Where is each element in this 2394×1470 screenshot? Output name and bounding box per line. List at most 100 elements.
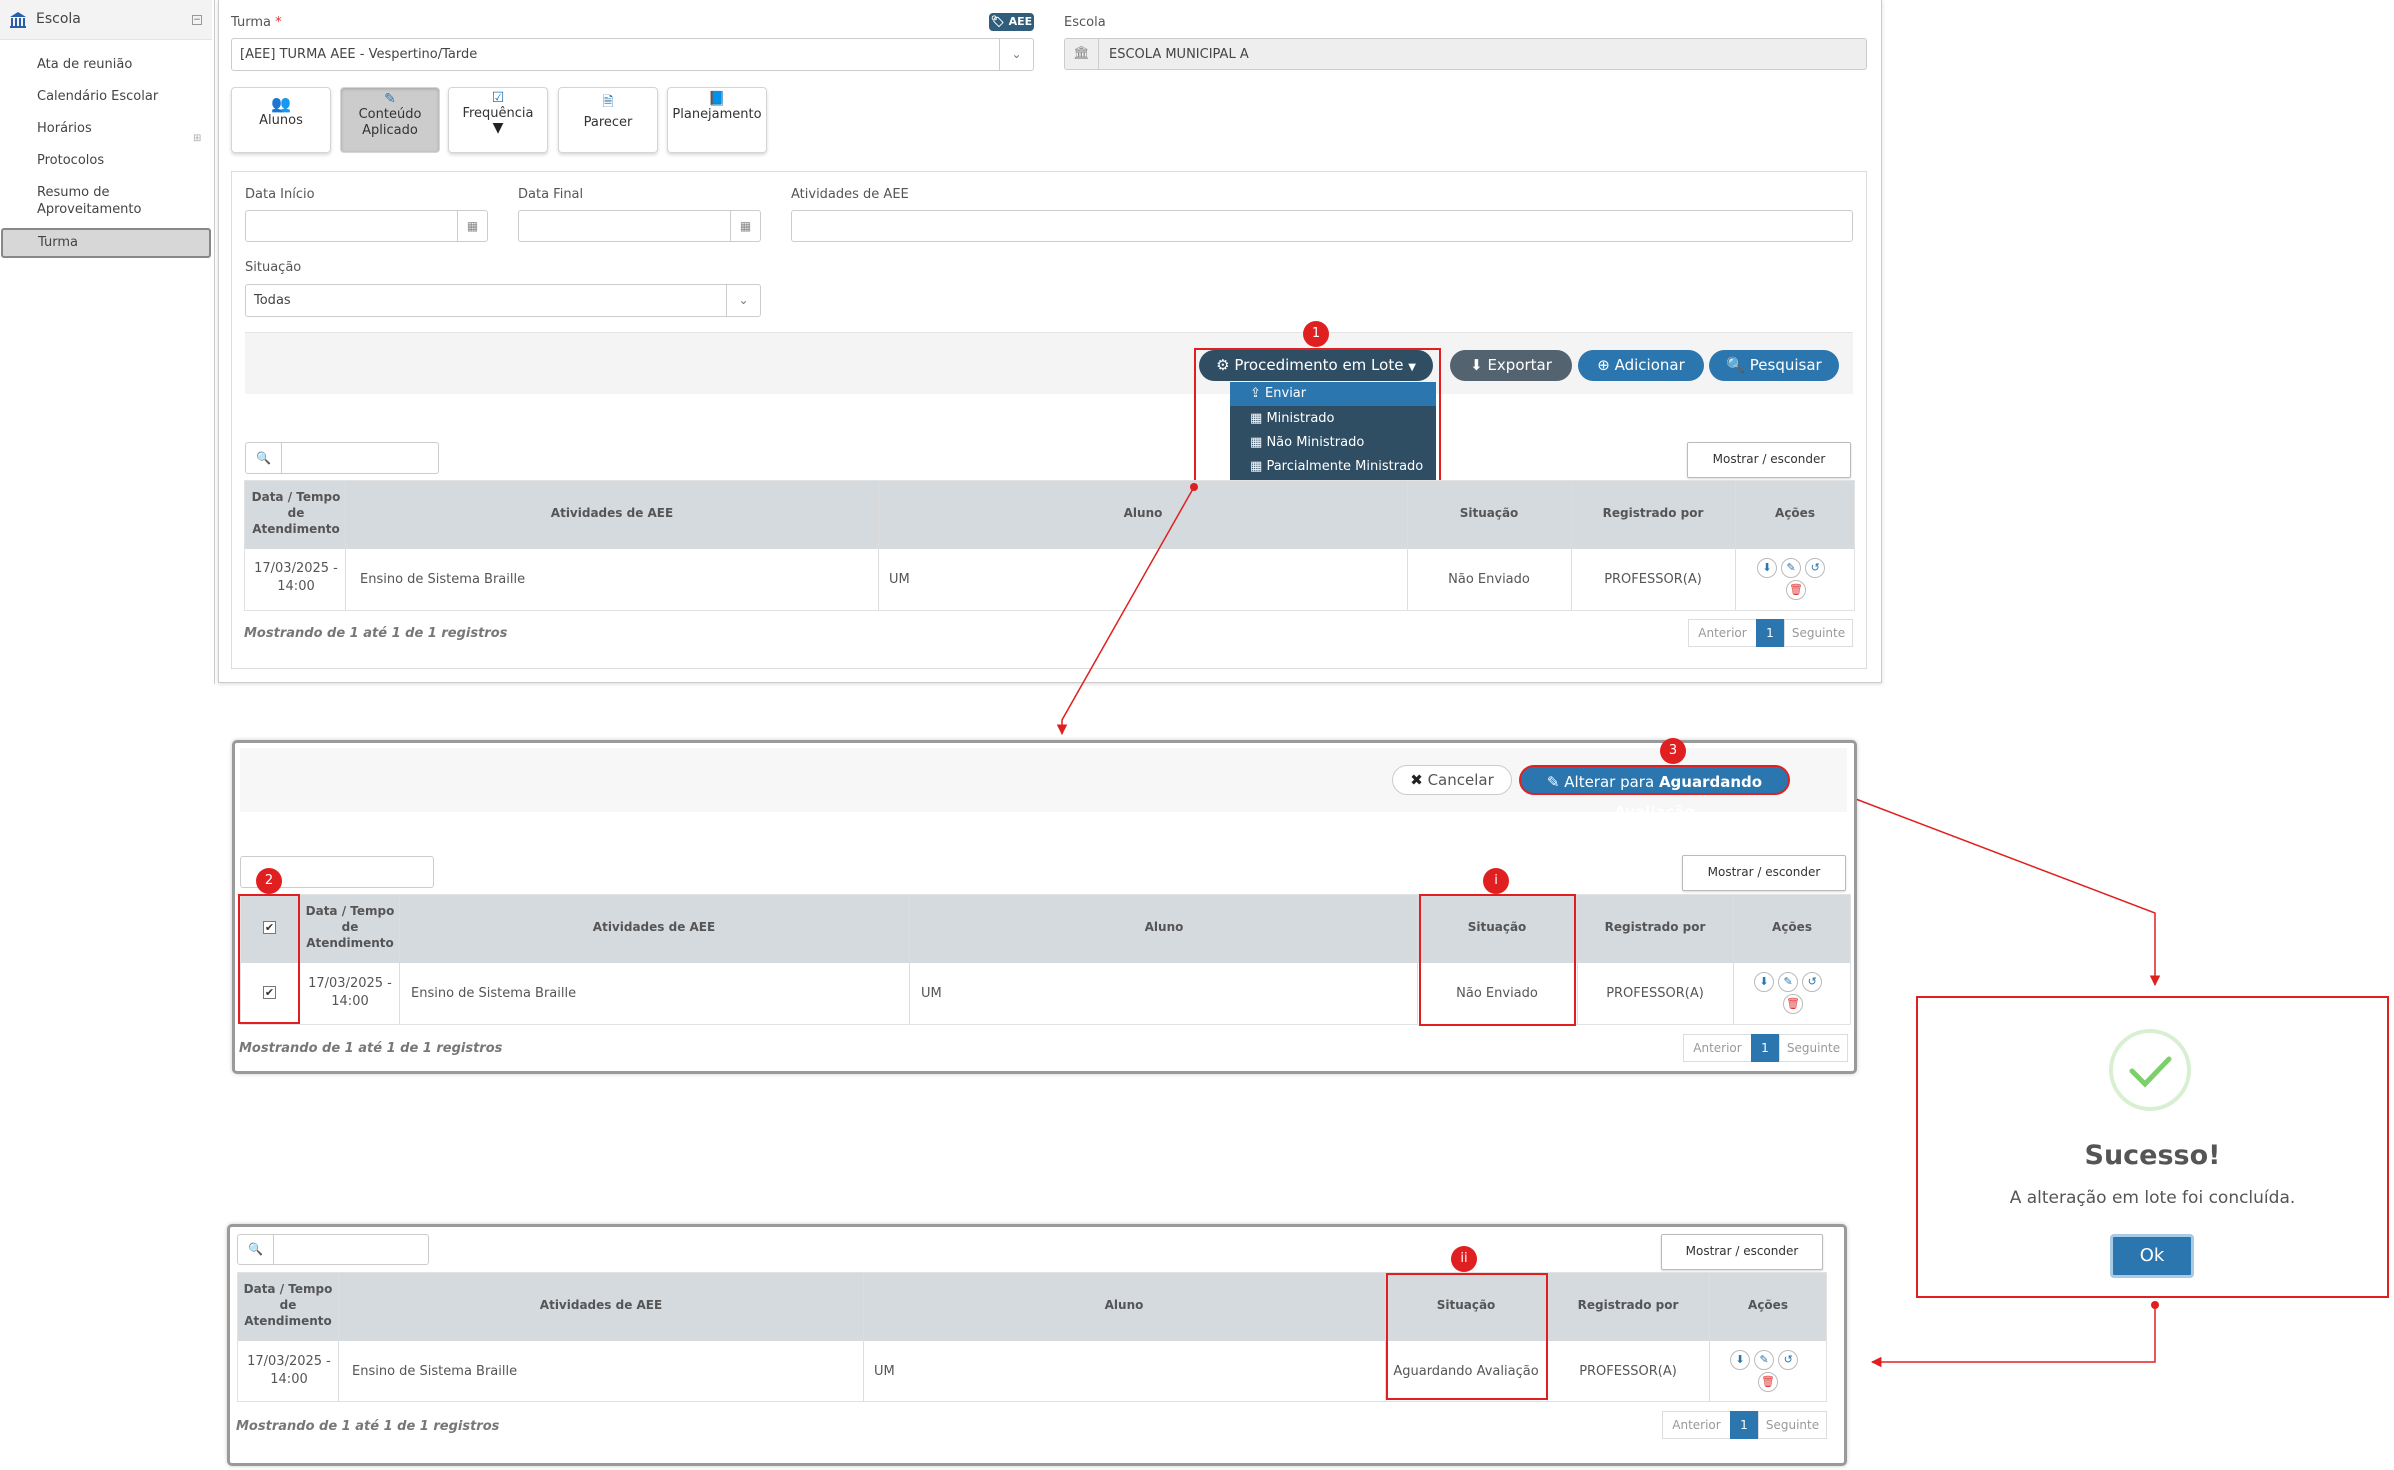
- cell-atividade: Ensino de Sistema Braille: [360, 572, 526, 587]
- show-columns-button[interactable]: Mostrar / esconder colunas: [1687, 442, 1851, 498]
- download-icon[interactable]: ⬇: [1754, 972, 1774, 992]
- show-columns-button[interactable]: Mostrar / esconder colunas: [1682, 855, 1846, 911]
- undo-icon[interactable]: ↺: [1778, 1350, 1799, 1370]
- sidebar-header[interactable]: Escola −: [0, 0, 212, 40]
- sidebar-item-turma[interactable]: Turma: [1, 228, 211, 258]
- book-icon: 📘: [708, 91, 726, 107]
- marker-ii: ii: [1451, 1246, 1477, 1272]
- cell-data: 17/03/2025 - 14:00: [254, 561, 338, 594]
- pagination-page-1[interactable]: 1: [1730, 1411, 1758, 1439]
- turma-value: [AEE] TURMA AEE - Vespertino/Tarde: [240, 47, 478, 62]
- show-columns-button[interactable]: Mostrar / esconder colunas: [1661, 1234, 1823, 1290]
- undo-icon[interactable]: ↺: [1802, 972, 1823, 992]
- tab-parecer[interactable]: 🗎 Parecer: [558, 87, 658, 153]
- th-registrado: Registrado por: [1572, 506, 1734, 520]
- pagination-prev[interactable]: Anterior: [1683, 1034, 1752, 1062]
- row-actions: ⬇ ✎ ↺: [1730, 1350, 1810, 1370]
- download-icon[interactable]: ⬇: [1730, 1350, 1750, 1370]
- row-actions: ⬇ ✎ ↺: [1757, 558, 1837, 578]
- sidebar-divider: [214, 0, 215, 684]
- th-registrado: Registrado por: [1578, 920, 1732, 934]
- pesquisar-button[interactable]: 🔍 Pesquisar: [1709, 350, 1839, 381]
- tab-planejamento[interactable]: 📘 Planejamento: [667, 87, 767, 153]
- chevron-down-icon[interactable]: ⌄: [726, 285, 760, 316]
- trash-icon[interactable]: 🗑: [1786, 580, 1806, 600]
- collapse-icon[interactable]: −: [192, 15, 202, 25]
- adicionar-button[interactable]: ⊕ Adicionar: [1578, 350, 1704, 381]
- situacao-select[interactable]: Todas ⌄: [245, 284, 761, 317]
- calendar-icon[interactable]: ▦: [457, 211, 487, 241]
- caret-down-icon[interactable]: ▼: [449, 121, 547, 135]
- step-marker-3: 3: [1660, 738, 1686, 764]
- edit-icon[interactable]: ✎: [1754, 1350, 1775, 1370]
- pagination-next[interactable]: Seguinte: [1758, 1411, 1827, 1439]
- pagination-next[interactable]: Seguinte: [1784, 619, 1853, 647]
- annotation-box-ii: [1386, 1273, 1548, 1400]
- cell-data: 17/03/2025 - 14:00: [308, 976, 392, 1009]
- table-search-input[interactable]: 🔍: [237, 1234, 429, 1265]
- tab-frequencia-label: Frequência: [462, 106, 534, 121]
- adicionar-label: Adicionar: [1614, 356, 1685, 374]
- cell-atividade: Ensino de Sistema Braille: [411, 986, 577, 1001]
- sidebar-item-protocolos[interactable]: Protocolos: [0, 146, 212, 176]
- download-icon[interactable]: ⬇: [1757, 558, 1777, 578]
- atividades-input[interactable]: [791, 210, 1853, 242]
- pagination-page-1[interactable]: 1: [1751, 1034, 1779, 1062]
- cell-registrado: PROFESSOR(A): [1604, 572, 1702, 587]
- undo-icon[interactable]: ↺: [1805, 558, 1826, 578]
- trash-icon[interactable]: 🗑: [1783, 994, 1803, 1014]
- tab-conteudo-aplicado[interactable]: ✎ Conteúdo Aplicado: [340, 87, 440, 153]
- cancelar-button[interactable]: ✖ Cancelar: [1392, 765, 1512, 795]
- sidebar-item-label: Horários: [37, 121, 92, 136]
- exportar-button[interactable]: ⬇ Exportar: [1450, 350, 1572, 381]
- pagination-prev[interactable]: Anterior: [1688, 619, 1757, 647]
- calendar-icon[interactable]: ▦: [730, 211, 760, 241]
- th-data: Data / Tempo de Atendimento: [240, 1281, 336, 1329]
- cancelar-label: Cancelar: [1427, 771, 1494, 789]
- pagination-next[interactable]: Seguinte: [1779, 1034, 1848, 1062]
- users-icon: 👥: [271, 94, 291, 113]
- tab-alunos-label: Alunos: [259, 113, 303, 128]
- sidebar-title: Escola: [36, 11, 81, 27]
- th-aluno: Aluno: [879, 506, 1407, 520]
- tab-planejamento-label: Planejamento: [672, 107, 762, 122]
- modal-title: Sucesso!: [2084, 1140, 2221, 1171]
- tab-frequencia[interactable]: ☑ Frequência ▼: [448, 87, 548, 153]
- col-divider: [1407, 481, 1408, 610]
- edit-icon[interactable]: ✎: [1778, 972, 1799, 992]
- sidebar-item-calendario[interactable]: Calendário Escolar: [0, 82, 212, 112]
- th-atividades: Atividades de AEE: [400, 920, 908, 934]
- col-divider: [878, 481, 879, 610]
- trash-icon[interactable]: 🗑: [1758, 1372, 1778, 1392]
- tab-alunos[interactable]: 👥 Alunos: [231, 87, 331, 153]
- sidebar-item-horarios[interactable]: Horários ⊞: [0, 114, 212, 144]
- pagination-page-1[interactable]: 1: [1756, 619, 1784, 647]
- edit-icon[interactable]: ✎: [1781, 558, 1802, 578]
- col-divider: [1733, 895, 1734, 1024]
- data-final-input[interactable]: ▦: [518, 210, 761, 242]
- alterar-button[interactable]: ✎ Alterar para Aguardando Avaliação: [1519, 765, 1790, 821]
- data-inicio-input[interactable]: ▦: [245, 210, 488, 242]
- escola-label: Escola: [1064, 15, 1106, 30]
- table-search-input[interactable]: 🔍: [245, 442, 439, 474]
- pagination-prev[interactable]: Anterior: [1662, 1411, 1731, 1439]
- escola-value: ESCOLA MUNICIPAL A: [1109, 47, 1249, 62]
- turma-select[interactable]: [AEE] TURMA AEE - Vespertino/Tarde ⌄: [231, 38, 1034, 71]
- sidebar-item-resumo[interactable]: Resumo de Aproveitamento: [0, 184, 150, 217]
- th-acoes: Ações: [1734, 920, 1850, 934]
- pesquisar-label: Pesquisar: [1749, 356, 1822, 374]
- table-footer: Mostrando de 1 até 1 de 1 registros: [239, 1041, 503, 1056]
- required-mark: *: [275, 15, 282, 30]
- cell-situacao: Não Enviado: [1448, 572, 1530, 587]
- data-final-label: Data Final: [518, 187, 584, 202]
- tab-parecer-label: Parecer: [583, 115, 633, 130]
- ok-button[interactable]: Ok: [2110, 1234, 2194, 1278]
- sidebar-item-ata[interactable]: Ata de reunião: [0, 50, 212, 80]
- cell-registrado: PROFESSOR(A): [1606, 986, 1704, 1001]
- chevron-down-icon[interactable]: ⌄: [999, 39, 1033, 70]
- th-aluno: Aluno: [910, 920, 1418, 934]
- cell-aluno: UM: [874, 1364, 895, 1379]
- th-aluno: Aluno: [864, 1298, 1384, 1312]
- magic-wand-icon: ✎: [384, 91, 396, 107]
- col-divider: [345, 481, 346, 610]
